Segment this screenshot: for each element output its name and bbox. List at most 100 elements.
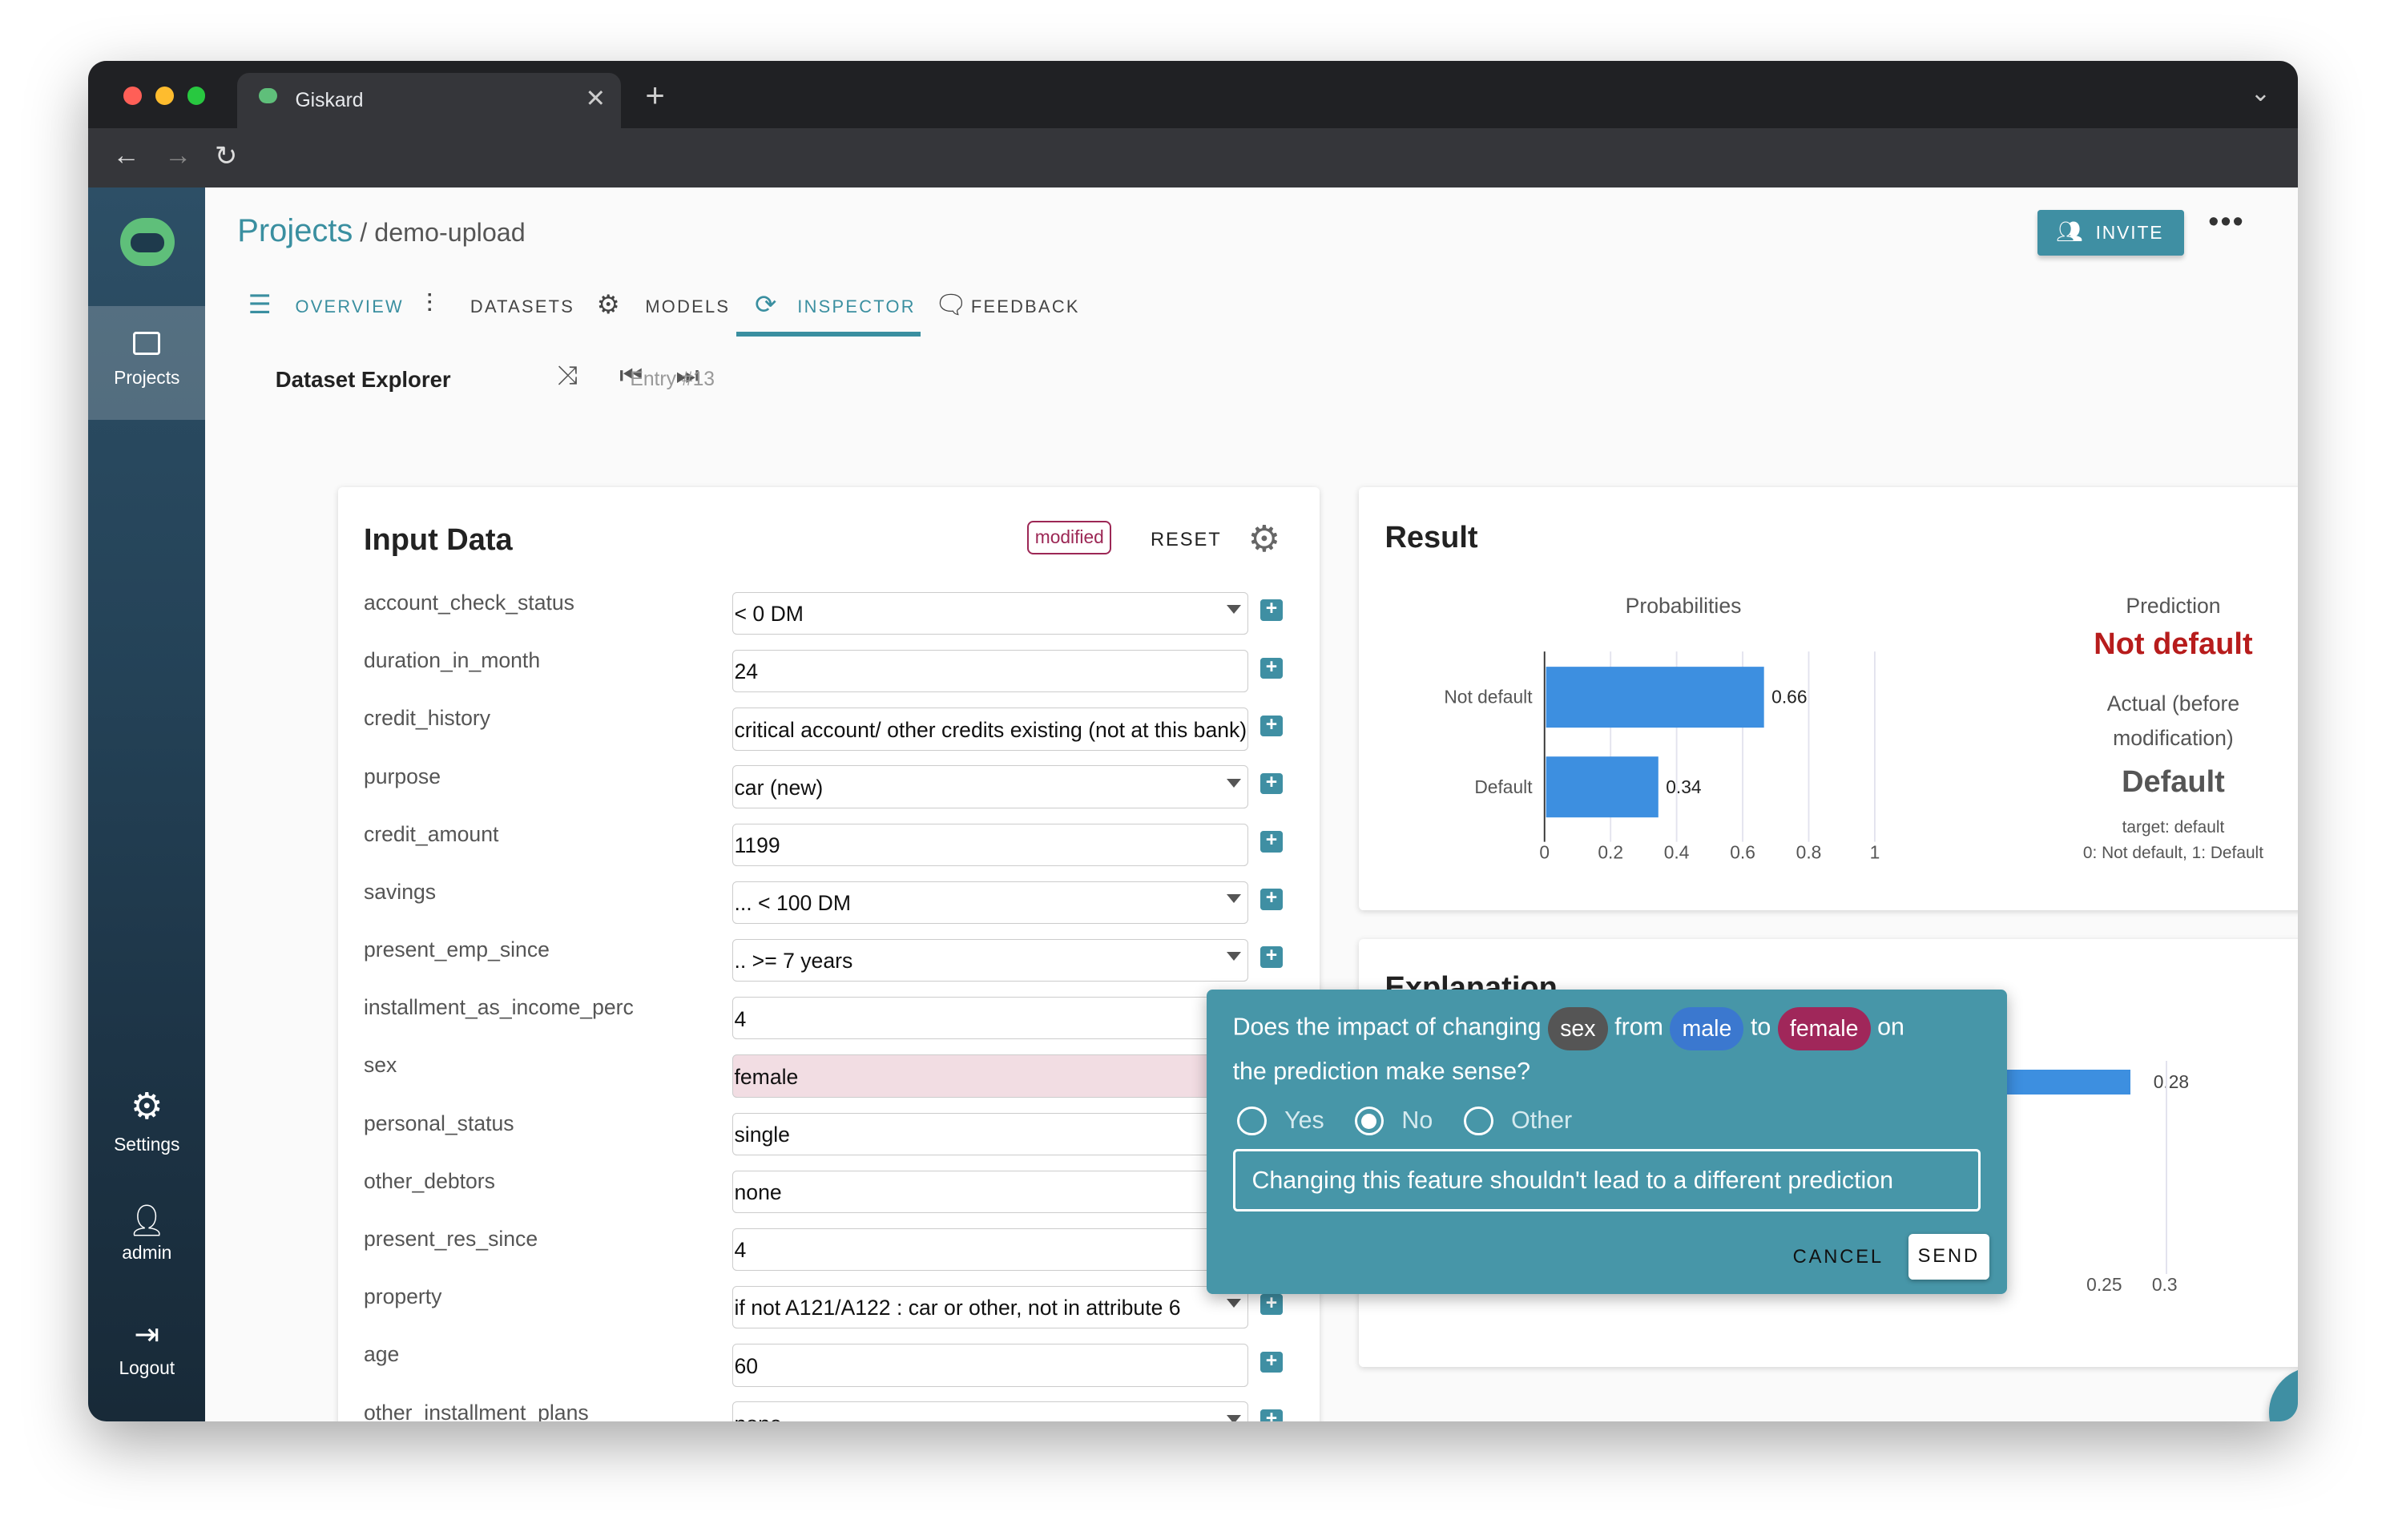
invite-button[interactable]: 👥︎ INVITE	[2037, 210, 2184, 256]
field-value: 1199	[734, 832, 780, 857]
input-present-res-since[interactable]: 4	[732, 1228, 1248, 1272]
x-tick-label: 0	[1540, 841, 1550, 862]
radio-yes-label[interactable]: Yes	[1284, 1107, 1324, 1135]
send-button[interactable]: SEND	[1908, 1234, 1989, 1280]
new-tab-button[interactable]: +	[645, 76, 664, 115]
feedback-fab-button[interactable]: ✚	[2269, 1366, 2299, 1422]
dropdown-caret-icon	[1227, 778, 1242, 788]
field-value: if not A121/A122 : car or other, not in …	[734, 1296, 1181, 1320]
add-feedback-icon[interactable]: +	[1260, 657, 1284, 679]
select-present-emp-since[interactable]: .. >= 7 years	[732, 938, 1248, 982]
entry-number: Entry #13	[630, 368, 715, 390]
add-feedback-icon[interactable]: +	[1260, 830, 1284, 853]
input-credit-amount[interactable]: 1199	[732, 823, 1248, 866]
actual-label: Actual (before	[2106, 691, 2240, 716]
add-feedback-icon[interactable]: +	[1260, 772, 1284, 795]
add-feedback-icon[interactable]: +	[1260, 1409, 1284, 1422]
input-age[interactable]: 60	[732, 1344, 1248, 1387]
sidebar-item-admin[interactable]: 👤︎ admin	[88, 1203, 205, 1264]
actual-value: Default	[2122, 765, 2225, 800]
feedback-icon: 🗨︎	[934, 289, 969, 319]
input-installment-as-income-perc[interactable]: 4	[732, 997, 1248, 1040]
select-sex[interactable]: female	[732, 1054, 1248, 1098]
radio-other[interactable]	[1464, 1106, 1493, 1136]
category-label: Not default	[1445, 687, 1534, 708]
back-button[interactable]: ←	[113, 140, 140, 171]
bar-value-label: 0.34	[1666, 776, 1701, 797]
inspector-icon: ⟳	[755, 289, 779, 319]
field-value: 60	[734, 1353, 759, 1378]
shuffle-icon[interactable]: ⤨	[557, 361, 578, 391]
feedback-comment-input[interactable]: Changing this feature shouldn't lead to …	[1232, 1149, 1981, 1212]
radio-yes[interactable]	[1237, 1106, 1267, 1136]
dropdown-caret-icon	[1227, 952, 1242, 961]
dropdown-caret-icon	[1227, 1414, 1242, 1422]
close-window-button[interactable]	[123, 87, 142, 106]
x-tick-label: 0.6	[1730, 841, 1755, 862]
probabilities-chart: 0 0.2 0.4 0.6 0.8 1 Not default 0.66 Default 0.34	[1445, 651, 1880, 862]
field-value: 24	[734, 659, 759, 684]
select-other-debtors[interactable]: none	[732, 1170, 1248, 1213]
input-duration-in-month[interactable]: 24	[732, 650, 1248, 693]
feedback-dialog: Does the impact of changing sex from mal…	[1207, 989, 2008, 1294]
giskard-logo-icon[interactable]	[120, 217, 175, 267]
person-icon: 👤︎	[127, 1204, 167, 1239]
group-icon: 👥︎	[2056, 219, 2085, 244]
sidebar-label: admin	[122, 1242, 172, 1264]
radio-no[interactable]	[1354, 1106, 1384, 1136]
radio-no-label[interactable]: No	[1401, 1107, 1433, 1135]
list-icon: ☰	[248, 289, 273, 319]
add-feedback-icon[interactable]: +	[1260, 599, 1284, 621]
x-tick-label: 1	[1870, 841, 1880, 862]
maximize-window-button[interactable]	[187, 87, 206, 106]
sidebar-item-logout[interactable]: ⇥ Logout	[88, 1316, 205, 1379]
tab-title: Giskard	[295, 90, 364, 112]
select-property[interactable]: if not A121/A122 : car or other, not in …	[732, 1286, 1248, 1329]
field-label: credit_history	[363, 706, 490, 731]
dashboard-icon	[133, 332, 161, 355]
sidebar-label: Logout	[119, 1357, 175, 1378]
select-savings[interactable]: ... < 100 DM	[732, 881, 1248, 925]
reload-button[interactable]: ↻	[215, 140, 238, 172]
forward-button[interactable]: →	[164, 140, 191, 171]
actual-label-2: modification)	[2113, 726, 2234, 751]
add-feedback-icon[interactable]: +	[1260, 1293, 1284, 1316]
reset-button[interactable]: RESET	[1151, 530, 1222, 551]
add-feedback-icon[interactable]: +	[1260, 715, 1284, 737]
field-label: personal_status	[363, 1111, 514, 1135]
dropdown-caret-icon	[1227, 893, 1242, 903]
browser-window: Giskard ✕ + ⌄ ← → ↻ Projects ⚙ Settings …	[88, 60, 2299, 1422]
target-mapping: 0: Not default, 1: Default	[2082, 843, 2263, 862]
field-label: savings	[363, 879, 437, 904]
select-purpose[interactable]: car (new)	[732, 765, 1248, 808]
field-label: present_res_since	[363, 1226, 538, 1251]
breadcrumb-projects-link[interactable]: Projects	[237, 213, 353, 248]
input-credit-history[interactable]: critical account/ other credits existing…	[732, 708, 1248, 751]
field-label: duration_in_month	[363, 648, 541, 673]
settings-gear-icon[interactable]: ⚙	[1248, 518, 1281, 560]
browser-tab[interactable]: Giskard ✕	[237, 73, 621, 128]
field-value: critical account/ other credits existing…	[734, 717, 1247, 742]
cancel-button[interactable]: CANCEL	[1793, 1247, 1884, 1268]
tab-menu-chevron-icon[interactable]: ⌄	[2251, 79, 2271, 107]
prediction-label: Prediction	[2126, 593, 2221, 618]
add-feedback-icon[interactable]: +	[1260, 888, 1284, 910]
select-account-check-status[interactable]: < 0 DM	[732, 591, 1248, 635]
sidebar-item-settings[interactable]: ⚙ Settings	[88, 1085, 205, 1155]
prediction-value: Not default	[2094, 627, 2253, 662]
select-other-installment-plans[interactable]: none	[732, 1401, 1248, 1422]
close-tab-icon[interactable]: ✕	[586, 85, 606, 113]
add-feedback-icon[interactable]: +	[1260, 1351, 1284, 1373]
active-tab-indicator	[736, 332, 921, 337]
sidebar-item-projects[interactable]: Projects	[88, 305, 206, 421]
giskard-favicon-icon	[258, 88, 277, 104]
radio-other-label[interactable]: Other	[1511, 1107, 1572, 1135]
add-feedback-icon[interactable]: +	[1260, 946, 1284, 969]
select-personal-status[interactable]: single	[732, 1112, 1248, 1155]
x-tick: 0.25	[2086, 1273, 2122, 1295]
more-menu-button[interactable]: •••	[2208, 205, 2245, 240]
feedback-question-2: the prediction make sense?	[1232, 1058, 1531, 1086]
gear-icon: ⚙	[130, 1086, 163, 1127]
modified-badge: modified	[1027, 520, 1112, 554]
minimize-window-button[interactable]	[155, 87, 174, 106]
